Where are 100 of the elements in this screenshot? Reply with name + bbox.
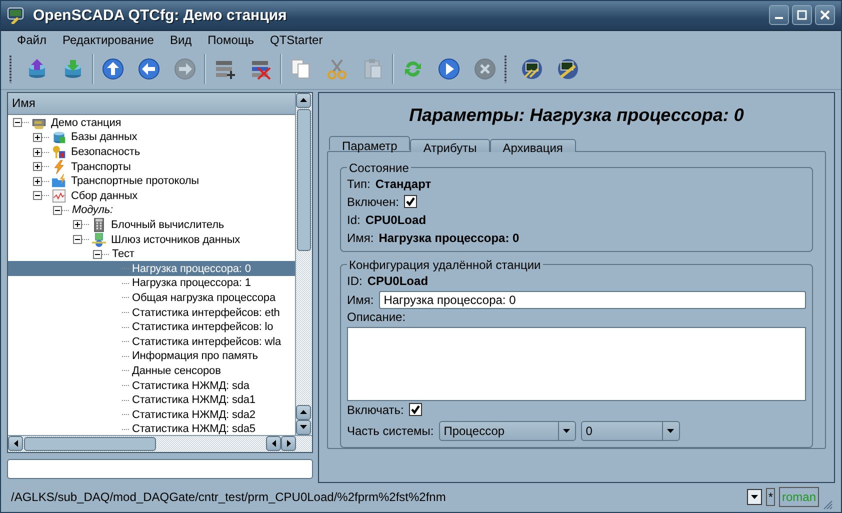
stop-icon xyxy=(474,58,496,80)
tree-item[interactable]: Статистика интерфейсов: eth xyxy=(8,305,295,320)
database-up-arrow-icon xyxy=(26,58,48,80)
maximize-icon xyxy=(797,10,807,20)
menu-item[interactable]: Вид xyxy=(162,33,200,48)
tree-item[interactable]: Модуль: xyxy=(8,203,295,218)
input-field[interactable] xyxy=(7,458,313,479)
tree-item[interactable]: Статистика НЖМД: sda2 xyxy=(8,407,295,422)
tree-item[interactable]: Тест xyxy=(8,246,295,262)
server-globe-icon xyxy=(92,232,106,247)
collapse-icon[interactable] xyxy=(73,235,82,244)
field-value: CPU0Load xyxy=(365,212,426,227)
group-title: Состояние xyxy=(348,160,410,175)
dropdown[interactable]: Процессор xyxy=(438,420,576,441)
tree-item[interactable]: Блочный вычислитель xyxy=(8,218,295,232)
tree-item[interactable]: Информация про память xyxy=(8,349,295,364)
scrollbar-thumb[interactable] xyxy=(24,436,156,451)
checkbox[interactable] xyxy=(404,195,418,208)
field-label: Часть системы: xyxy=(347,424,434,438)
tree-item[interactable]: Статистика НЖМД: sda1 xyxy=(8,392,295,408)
menu-item[interactable]: Редактирование xyxy=(54,33,162,48)
scroll-right-button[interactable] xyxy=(281,436,296,451)
tree-item[interactable]: Статистика интерфейсов: lo xyxy=(8,320,295,334)
expand-icon[interactable] xyxy=(33,176,42,186)
window-title: OpenSCADA QTCfg: Демо станция xyxy=(33,6,288,24)
horizontal-scrollbar[interactable] xyxy=(8,434,312,452)
tree-item[interactable]: Шлюз источников данных xyxy=(8,232,295,247)
field-value: Стандарт xyxy=(375,176,432,191)
calculator-icon xyxy=(92,218,106,232)
expand-icon[interactable] xyxy=(33,162,42,172)
tab[interactable]: Атрибуты xyxy=(410,138,490,152)
dropdown[interactable]: 0 xyxy=(580,420,680,441)
modified-indicator: * xyxy=(766,488,775,506)
tree-item[interactable]: Сбор данных xyxy=(8,188,295,204)
vertical-scrollbar[interactable] xyxy=(295,92,312,435)
toolbar-grip-icon xyxy=(504,55,507,84)
scroll-down-button[interactable] xyxy=(296,420,311,435)
collapse-icon[interactable] xyxy=(33,191,42,200)
tree-item[interactable]: Нагрузка процессора: 0 xyxy=(8,261,295,276)
scroll-up-button[interactable] xyxy=(296,92,311,108)
scissors-icon xyxy=(326,58,348,80)
text-area[interactable] xyxy=(347,326,806,401)
tree-item[interactable]: Транспорты xyxy=(8,159,295,174)
group-title: Конфигурация удалённой станции xyxy=(348,258,542,272)
database-down-arrow-icon xyxy=(62,58,84,80)
caret-down-icon xyxy=(300,425,307,430)
field-label: Id: xyxy=(347,212,360,227)
scrollbar-thumb[interactable] xyxy=(297,108,311,251)
minimize-button[interactable] xyxy=(769,5,789,26)
tree-item[interactable]: Статистика НЖМД: sda5 xyxy=(8,422,295,435)
close-button[interactable] xyxy=(815,5,835,26)
caret-icon xyxy=(563,428,570,433)
maximize-button[interactable] xyxy=(792,5,812,26)
caret-up-icon xyxy=(300,410,307,414)
tab[interactable]: Архивация xyxy=(490,138,576,152)
collapse-icon[interactable] xyxy=(93,250,102,259)
field-value: CPU0Load xyxy=(367,274,428,288)
close-icon xyxy=(820,10,830,20)
tree-item[interactable]: Нагрузка процессора: 1 xyxy=(8,276,295,291)
field-value: Нагрузка процессора: 0 xyxy=(378,230,520,245)
caret-right-icon xyxy=(286,440,290,447)
caret-up-icon xyxy=(300,98,307,102)
tree-item[interactable]: Транспортные протоколы xyxy=(8,174,295,188)
tree-item[interactable]: Данные сенсоров xyxy=(8,364,295,378)
caret-left-icon xyxy=(272,440,276,447)
expand-icon[interactable] xyxy=(33,132,42,142)
checkbox[interactable] xyxy=(408,403,422,416)
expand-icon[interactable] xyxy=(73,220,82,230)
app-logo-icon xyxy=(7,6,25,24)
field-label: Имя: xyxy=(347,292,374,307)
chart-icon xyxy=(52,188,66,203)
panel-title: Параметры: Нагрузка процессора: 0 xyxy=(409,104,744,126)
tree-item[interactable]: Базы данных xyxy=(8,130,295,145)
field-label: ID: xyxy=(347,274,362,288)
resize-grip-icon[interactable] xyxy=(823,500,833,510)
tree-item[interactable]: Общая нагрузка процессора xyxy=(8,290,295,306)
menu-item[interactable]: Помощь xyxy=(200,33,262,48)
collapse-icon[interactable] xyxy=(13,118,22,128)
tab[interactable]: Параметр xyxy=(329,136,410,150)
expand-icon[interactable] xyxy=(33,148,42,156)
tree-item[interactable]: Статистика интерфейсов: wla xyxy=(8,334,295,350)
scroll-left-button[interactable] xyxy=(8,436,23,451)
monitor-pen-icon xyxy=(557,58,579,80)
minimize-icon xyxy=(775,17,783,20)
check-icon xyxy=(410,405,420,414)
tree-item[interactable]: Демо станция xyxy=(8,116,295,130)
collapse-icon[interactable] xyxy=(53,206,62,215)
tree-item[interactable]: Статистика НЖМД: sda xyxy=(8,378,295,393)
dropdown-button[interactable] xyxy=(747,489,762,506)
scroll-up-button[interactable] xyxy=(296,404,311,420)
scroll-left-button[interactable] xyxy=(266,436,281,451)
menu-item[interactable]: QTStarter xyxy=(262,33,331,48)
add-rows-icon xyxy=(214,58,236,80)
menu-item[interactable]: Файл xyxy=(9,33,55,48)
tree-item[interactable]: Безопасность xyxy=(8,144,295,160)
column-header[interactable]: Имя xyxy=(8,92,295,115)
clipboard-icon xyxy=(362,58,384,80)
status-path: /AGLKS/sub_DAQ/mod_DAQGate/cntr_test/prm_CPU0Load/%2fprm%2fst%2fnm xyxy=(11,490,447,504)
field-label: Описание: xyxy=(347,310,407,324)
text-field[interactable]: Нагрузка процессора: 0 xyxy=(378,290,806,309)
